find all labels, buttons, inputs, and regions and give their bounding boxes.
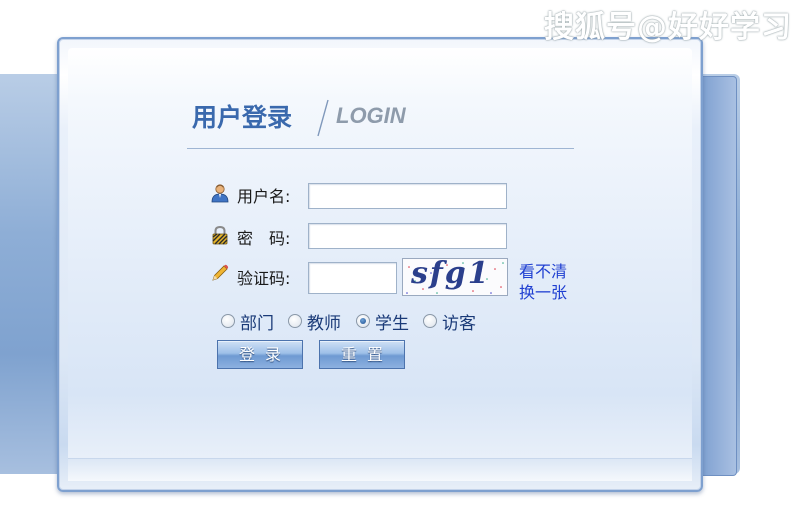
role-option-student[interactable]: 学生 <box>356 311 409 334</box>
password-input[interactable] <box>308 223 507 249</box>
pencil-icon <box>212 264 229 281</box>
reset-button[interactable]: 重置 <box>319 340 405 369</box>
role-option-visitor[interactable]: 访客 <box>423 311 476 334</box>
login-button[interactable]: 登录 <box>217 340 303 369</box>
role-option-teacher[interactable]: 教师 <box>288 311 341 334</box>
captcha-label: 验证码: <box>237 269 291 288</box>
watermark-text: 搜狐号@好好学习 <box>544 10 792 45</box>
username-label: 用户名: <box>237 187 291 206</box>
radio-teacher[interactable] <box>288 314 302 328</box>
role-label-visitor: 访客 <box>442 313 476 334</box>
captcha-image[interactable]: sfg1 <box>402 258 508 296</box>
lock-icon <box>212 225 228 245</box>
radio-student[interactable] <box>356 314 370 328</box>
page-subtitle: LOGIN <box>336 103 406 128</box>
title-underline <box>187 148 574 149</box>
role-label-student: 学生 <box>375 313 409 334</box>
role-label-teacher: 教师 <box>307 313 341 334</box>
refresh-captcha-link-line2[interactable]: 换一张 <box>519 279 567 303</box>
password-label: 密 码: <box>237 229 291 248</box>
captcha-input[interactable] <box>308 262 397 294</box>
page-title: 用户登录 <box>192 103 293 132</box>
title-divider <box>317 99 329 137</box>
captcha-text: sfg1 <box>411 258 491 291</box>
user-icon <box>211 184 229 203</box>
login-panel-footer <box>68 458 692 481</box>
radio-department[interactable] <box>221 314 235 328</box>
username-input[interactable] <box>308 183 507 209</box>
role-label-department: 部门 <box>240 313 274 334</box>
radio-visitor[interactable] <box>423 314 437 328</box>
background-band-edge <box>700 76 737 476</box>
role-option-department[interactable]: 部门 <box>221 311 274 334</box>
